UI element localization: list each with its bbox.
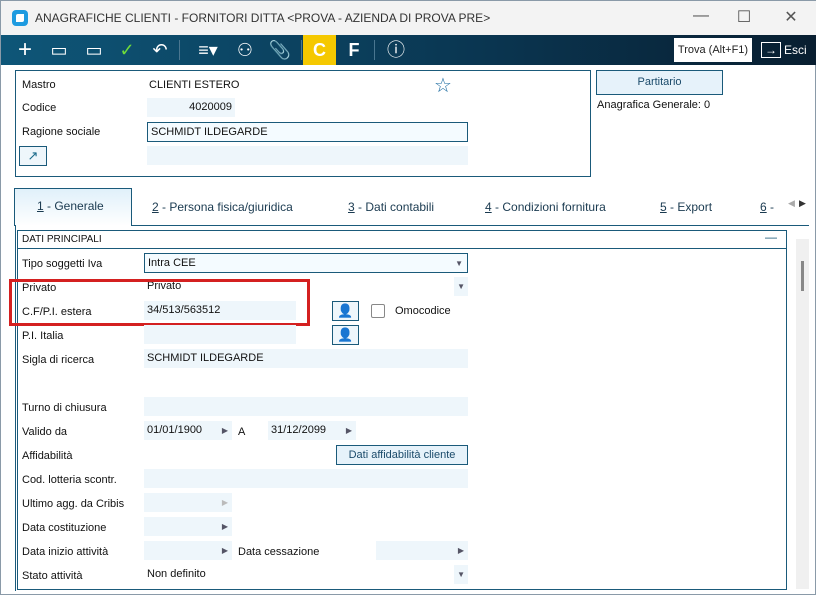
costituzione-field[interactable]: ▶	[144, 517, 232, 536]
tab-export[interactable]: 5 - Export	[660, 200, 712, 214]
confirm-check-icon[interactable]: ✓	[112, 35, 142, 65]
exit-label: Esci	[784, 43, 807, 57]
tab-dati-contabili[interactable]: 3 - Dati contabili	[348, 200, 434, 214]
scrollbar[interactable]	[796, 239, 809, 589]
inizio-attivita-label: Data inizio attività	[22, 546, 109, 558]
dati-affidabilita-button[interactable]: Dati affidabilità cliente	[336, 445, 468, 465]
app-logo-icon	[12, 10, 28, 26]
ragione-sociale-field[interactable]: SCHMIDT ILDEGARDE	[147, 122, 468, 142]
tab-generale-label: 1 - Generale	[37, 199, 104, 213]
attachment-icon[interactable]: 📎	[265, 35, 295, 65]
chart-icon[interactable]: ↗	[19, 146, 47, 166]
date-arrow-icon: ▶	[221, 498, 228, 507]
separator	[179, 40, 180, 60]
c-button[interactable]: C	[303, 35, 336, 65]
turno-field[interactable]	[144, 397, 468, 416]
date-arrow-icon: ▶	[345, 426, 352, 435]
valido-a-field[interactable]: 31/12/2099 ▶	[268, 421, 356, 440]
tab-scroll-right-icon[interactable]: ▶	[799, 198, 806, 209]
separator	[374, 40, 375, 60]
folder-settings-icon[interactable]: ▭	[79, 35, 109, 65]
f-button[interactable]: F	[339, 35, 369, 65]
date-arrow-icon: ▶	[221, 546, 228, 555]
exit-button[interactable]: → Esci	[761, 38, 807, 62]
a-label: A	[238, 426, 246, 438]
codice-field[interactable]: 4020009	[147, 98, 235, 117]
find-button[interactable]: Trova (Alt+F1)	[674, 38, 752, 62]
mastro-label: Mastro	[22, 79, 56, 91]
lotteria-field[interactable]	[144, 469, 468, 488]
omocodice-checkbox[interactable]	[371, 304, 385, 318]
exit-icon: →	[761, 42, 781, 58]
new-icon[interactable]: +	[10, 35, 40, 65]
cribis-label: Ultimo agg. da Cribis	[22, 498, 125, 510]
stato-attivita-select[interactable]: Non definito ▼	[144, 565, 468, 584]
pi-italia-field[interactable]	[144, 325, 296, 344]
tab-divider	[15, 225, 809, 226]
valido-da-field[interactable]: 01/01/1900 ▶	[144, 421, 232, 440]
person-check-icon[interactable]: 👤	[332, 325, 359, 345]
date-arrow-icon: ▶	[221, 426, 228, 435]
costituzione-label: Data costituzione	[22, 522, 107, 534]
maximize-button[interactable]: ☐	[729, 7, 759, 27]
dropdown-arrow-icon: ▼	[454, 277, 468, 296]
collapse-icon[interactable]: —	[765, 230, 777, 244]
tipo-soggetti-select[interactable]: Intra CEE ▼	[144, 253, 468, 273]
lotteria-label: Cod. lotteria scontr.	[22, 474, 117, 486]
menu-icon[interactable]: ≡▾	[191, 35, 225, 65]
cribis-field: ▶	[144, 493, 232, 512]
ragione-sociale-label: Ragione sociale	[22, 126, 101, 138]
mastro-value: CLIENTI ESTERO	[149, 79, 240, 91]
help-icon[interactable]: ⓘ	[381, 35, 411, 65]
tab-persona-fisica[interactable]: 2 - Persona fisica/giuridica	[152, 200, 293, 214]
date-arrow-icon: ▶	[221, 522, 228, 531]
codice-label: Codice	[22, 102, 57, 114]
tab-6[interactable]: 6 -	[760, 200, 774, 214]
cessazione-label: Data cessazione	[238, 546, 320, 558]
dropdown-arrow-icon: ▼	[454, 565, 468, 584]
inizio-attivita-field[interactable]: ▶	[144, 541, 232, 560]
anagrafica-generale-text: Anagrafica Generale: 0	[597, 99, 711, 111]
person-check-icon[interactable]: 👤	[332, 301, 359, 321]
pi-italia-label: P.I. Italia	[22, 330, 64, 342]
close-button[interactable]: ✕	[776, 7, 806, 27]
title-bar: ANAGRAFICHE CLIENTI - FORNITORI DITTA <P…	[1, 1, 816, 35]
affidabilita-label: Affidabilità	[22, 450, 73, 462]
cessazione-field[interactable]: ▶	[376, 541, 468, 560]
highlight-box	[9, 279, 310, 326]
undo-icon[interactable]: ↶	[145, 35, 175, 65]
window-title: ANAGRAFICHE CLIENTI - FORNITORI DITTA <P…	[35, 11, 491, 25]
turno-label: Turno di chiusura	[22, 402, 107, 414]
open-folder-icon[interactable]: ▭	[44, 35, 74, 65]
omocodice-label: Omocodice	[395, 305, 451, 317]
app-window: ANAGRAFICHE CLIENTI - FORNITORI DITTA <P…	[0, 0, 816, 595]
tab-condizioni-fornitura[interactable]: 4 - Condizioni fornitura	[485, 200, 606, 214]
dropdown-arrow-icon: ▼	[455, 259, 463, 268]
section-header	[17, 230, 787, 249]
section-title: DATI PRINCIPALI	[22, 234, 102, 245]
tipo-soggetti-label: Tipo soggetti Iva	[22, 258, 103, 270]
sigla-label: Sigla di ricerca	[22, 354, 95, 366]
separator	[301, 40, 302, 60]
favorite-star-icon[interactable]: ☆	[434, 73, 452, 98]
date-arrow-icon: ▶	[457, 546, 464, 555]
partitario-button[interactable]: Partitario	[596, 70, 723, 95]
tab-scroll-left-icon[interactable]: ◀	[788, 198, 795, 209]
minimize-button[interactable]: —	[686, 7, 716, 25]
stato-attivita-label: Stato attività	[22, 570, 83, 582]
ragione-sociale-2-field[interactable]	[147, 146, 468, 165]
sigla-field[interactable]: SCHMIDT ILDEGARDE	[144, 349, 468, 368]
contacts-icon[interactable]: ⚇	[230, 35, 260, 65]
valido-da-label: Valido da	[22, 426, 68, 438]
